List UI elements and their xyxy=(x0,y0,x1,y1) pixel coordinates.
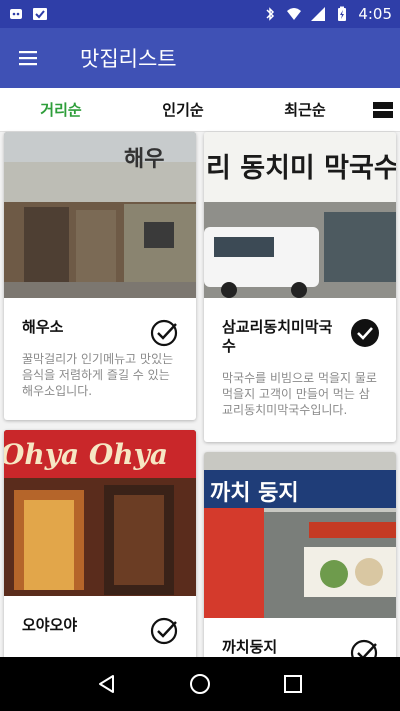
sort-tabs: 거리순 인기순 최근순 xyxy=(0,88,400,132)
restaurant-card[interactable]: 리 동치미 막국수 삼교리동치미막국수 막국수를 비빔으로 먹을지 물로 먹을지… xyxy=(204,132,396,442)
back-button[interactable] xyxy=(92,669,122,699)
tab-recent[interactable]: 최근순 xyxy=(244,99,366,120)
home-circle-icon xyxy=(189,674,210,694)
home-button[interactable] xyxy=(185,669,215,699)
layout-toggle-button[interactable] xyxy=(366,101,400,119)
check-circle-outline-icon[interactable] xyxy=(150,616,180,646)
wifi-icon xyxy=(286,6,302,22)
clock: 4:05 xyxy=(358,5,392,23)
restaurant-card[interactable]: 까치 둥지 까치둥지 xyxy=(204,452,396,692)
check-circle-outline-icon[interactable] xyxy=(150,318,180,348)
recents-square-icon xyxy=(284,675,303,693)
check-circle-filled-icon[interactable] xyxy=(350,318,380,348)
battery-icon xyxy=(334,6,350,22)
bluetooth-icon xyxy=(262,6,278,22)
hamburger-icon xyxy=(19,51,37,66)
svg-text:리 동치미 막국수: 리 동치미 막국수 xyxy=(206,153,396,184)
restaurant-card[interactable]: 해우 해우소 꿀막걸리가 인기메뉴고 맛있는 음식을 저렴하게 즐길 수 있는 … xyxy=(4,132,196,420)
tab-popularity[interactable]: 인기순 xyxy=(122,99,244,120)
svg-text:Ohya Ohya: Ohya Ohya xyxy=(4,438,168,471)
view-list-icon xyxy=(373,101,393,118)
menu-button[interactable] xyxy=(0,30,56,86)
svg-text:해우: 해우 xyxy=(124,147,164,172)
svg-text:까치 둥지: 까치 둥지 xyxy=(210,481,299,506)
inbox-check-icon xyxy=(32,6,48,22)
android-notification-icon xyxy=(8,6,24,22)
restaurant-photo: 리 동치미 막국수 xyxy=(204,132,396,298)
restaurant-photo: Ohya Ohya xyxy=(4,430,196,596)
tab-distance[interactable]: 거리순 xyxy=(0,99,122,120)
app-title: 맛집리스트 xyxy=(80,47,177,71)
restaurant-description: 막국수를 비빔으로 먹을지 물로 먹을지 고객이 만들어 먹는 삼교리동치미막국… xyxy=(222,371,377,417)
system-navigation-bar xyxy=(0,657,400,711)
app-bar: 맛집리스트 xyxy=(0,28,400,88)
restaurant-description: 꿀막걸리가 인기메뉴고 맛있는 음식을 저렴하게 즐길 수 있는 해우소입니다. xyxy=(22,352,174,398)
restaurant-photo: 까치 둥지 xyxy=(204,452,396,618)
recents-button[interactable] xyxy=(278,669,308,699)
restaurant-photo: 해우 xyxy=(4,132,196,298)
signal-icon xyxy=(310,6,326,22)
back-triangle-icon xyxy=(98,675,114,693)
status-bar: 4:05 xyxy=(0,0,400,28)
restaurant-card[interactable]: Ohya Ohya 오야오야 xyxy=(4,430,196,690)
